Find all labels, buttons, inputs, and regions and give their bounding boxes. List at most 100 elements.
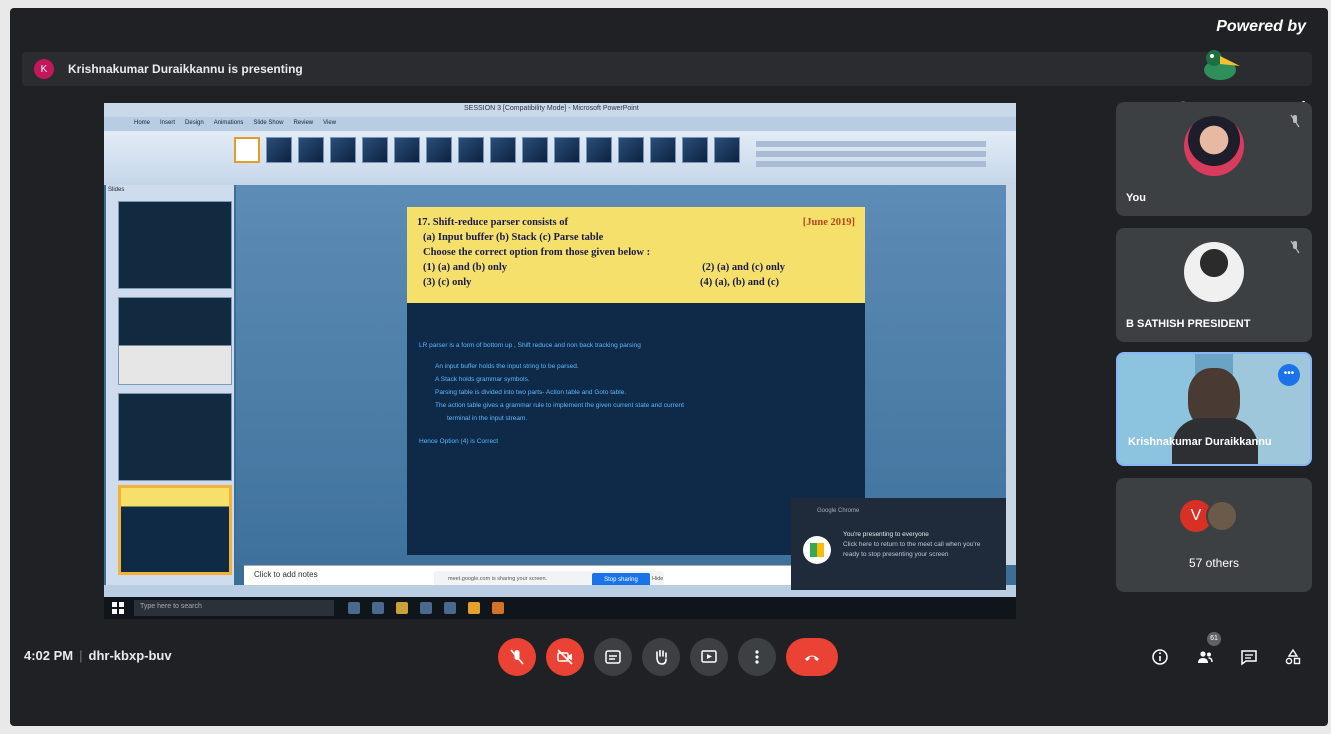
- taskbar-app-icon[interactable]: [492, 602, 504, 614]
- toast-message: You're presenting to everyone Click here…: [843, 530, 993, 560]
- transition-thumb: [266, 137, 292, 163]
- option-1: (1) (a) and (b) only: [423, 262, 508, 273]
- participant-name: Krishnakumar Duraikkannu: [1128, 436, 1272, 448]
- mic-toggle-button[interactable]: [498, 638, 536, 676]
- meeting-code: dhr-kbxp-buv: [88, 648, 172, 663]
- camera-off-icon: [557, 649, 573, 665]
- info-icon: [1152, 649, 1168, 665]
- ppt-tab: Review: [293, 120, 314, 126]
- avatar: [1184, 242, 1244, 302]
- captions-button[interactable]: [594, 638, 632, 676]
- taskbar-app-icon[interactable]: [396, 602, 408, 614]
- people-button[interactable]: [1194, 646, 1216, 668]
- participant-tile[interactable]: B SATHISH PRESIDENT: [1116, 228, 1312, 342]
- ribbon-options: [756, 137, 986, 177]
- transition-thumb: [394, 137, 420, 163]
- transition-thumb: [522, 137, 548, 163]
- transition-thumb: [714, 137, 740, 163]
- participant-name: You: [1126, 192, 1146, 204]
- more-options-button[interactable]: [738, 638, 776, 676]
- question-parts: (a) Input buffer (b) Stack (c) Parse tab…: [423, 232, 604, 243]
- activities-icon: [1285, 648, 1301, 665]
- answer-line: LR parser is a form of bottom up , Shift…: [419, 342, 641, 349]
- ppt-window-title: SESSION 3 [Compatibility Mode] - Microso…: [464, 105, 639, 112]
- clock: 4:02 PM: [24, 648, 74, 663]
- windows-taskbar: Type here to search: [104, 597, 1016, 619]
- participant-tile-presenter[interactable]: ••• Krishnakumar Duraikkannu: [1116, 352, 1312, 466]
- people-icon: [1198, 651, 1213, 663]
- answer-text: LR parser is a form of bottom up , Shift…: [413, 339, 853, 448]
- present-screen-button[interactable]: [690, 638, 728, 676]
- ppt-ribbon: [104, 131, 1016, 185]
- transition-thumb: [362, 137, 388, 163]
- answer-bullet: Parsing table is divided into two parts-…: [435, 389, 627, 396]
- more-options-icon[interactable]: •••: [1278, 364, 1300, 386]
- transition-thumb: [234, 137, 260, 163]
- sharing-text: meet.google.com is sharing your screen.: [448, 576, 548, 582]
- streamyard-logo-icon: [1204, 50, 1240, 80]
- avatar: [1206, 500, 1238, 532]
- transition-thumb: [490, 137, 516, 163]
- vertical-scrollbar: [1006, 185, 1016, 565]
- participant-tile-others[interactable]: V 57 others: [1116, 478, 1312, 592]
- meeting-details: 4:02 PM | dhr-kbxp-buv: [24, 648, 172, 663]
- activities-button[interactable]: [1282, 646, 1304, 668]
- slides-tab: Slides: [108, 187, 125, 193]
- transition-thumb: [426, 137, 452, 163]
- taskbar-app-icon[interactable]: [420, 602, 432, 614]
- ppt-ribbon-tabs: Home Insert Design Animations Slide Show…: [104, 117, 1016, 131]
- transition-thumb: [618, 137, 644, 163]
- taskbar-app-icon[interactable]: [444, 602, 456, 614]
- transition-thumb: [650, 137, 676, 163]
- presenting-text: Krishnakumar Duraikkannu is presenting: [68, 62, 303, 76]
- toast-body: Click here to return to the meet call wh…: [843, 541, 981, 558]
- transition-thumb: [554, 137, 580, 163]
- mic-off-icon: [1290, 114, 1300, 128]
- streamyard-branding: Powered by StreamYard: [1166, 18, 1306, 126]
- ppt-tab: Home: [134, 120, 151, 126]
- camera-toggle-button[interactable]: [546, 638, 584, 676]
- ppt-titlebar: SESSION 3 [Compatibility Mode] - Microso…: [104, 103, 1016, 117]
- more-vert-icon: [755, 650, 759, 664]
- powered-by-label: Powered by: [1216, 18, 1306, 35]
- transition-thumb: [586, 137, 612, 163]
- participant-name: B SATHISH PRESIDENT: [1126, 318, 1251, 330]
- raise-hand-button[interactable]: [642, 638, 680, 676]
- question-box: 17. Shift-reduce parser consists of [Jun…: [407, 207, 865, 303]
- present-icon: [701, 650, 717, 663]
- question-instruction: Choose the correct option from those giv…: [423, 247, 651, 258]
- transition-thumb: [298, 137, 324, 163]
- end-call-icon: [805, 655, 819, 661]
- ppt-tab: Slide Show: [253, 120, 284, 126]
- transition-thumb: [458, 137, 484, 163]
- answer-conclusion: Hence Option (4) is Correct: [419, 438, 499, 445]
- taskbar-app-icon[interactable]: [348, 602, 360, 614]
- slide-thumbnail-active: [118, 485, 232, 575]
- answer-bullet: A Stack holds grammar symbols.: [435, 376, 530, 383]
- toast-title: You're presenting to everyone: [843, 531, 929, 538]
- participant-count-badge: 61: [1207, 632, 1221, 646]
- option-3: (3) (c) only: [423, 277, 472, 288]
- slide-thumbnail: [118, 201, 232, 289]
- windows-start-icon[interactable]: [112, 602, 124, 614]
- chrome-toast[interactable]: Google Chrome You're presenting to every…: [791, 498, 1006, 590]
- ppt-tab: Insert: [160, 120, 176, 126]
- others-count: 57 others: [1188, 556, 1240, 570]
- taskbar-app-icon[interactable]: [468, 602, 480, 614]
- presenting-banner: K Krishnakumar Duraikkannu is presenting: [22, 52, 1312, 86]
- taskbar-search[interactable]: Type here to search: [134, 600, 334, 616]
- question-year: [June 2019]: [802, 217, 855, 228]
- transition-gallery: [234, 137, 740, 163]
- transition-thumb: [330, 137, 356, 163]
- chat-icon: [1241, 650, 1257, 666]
- taskbar-app-icon[interactable]: [372, 602, 384, 614]
- slides-pane: Slides: [106, 185, 234, 585]
- option-4: (4) (a), (b) and (c): [699, 277, 779, 288]
- hide-button[interactable]: Hide: [652, 576, 663, 582]
- chat-button[interactable]: [1238, 646, 1260, 668]
- meeting-details-button[interactable]: [1149, 646, 1171, 668]
- ppt-tab: View: [323, 120, 337, 126]
- participant-tile-you[interactable]: You: [1116, 102, 1312, 216]
- leave-call-button[interactable]: [786, 638, 838, 676]
- ppt-tab: Design: [185, 120, 204, 126]
